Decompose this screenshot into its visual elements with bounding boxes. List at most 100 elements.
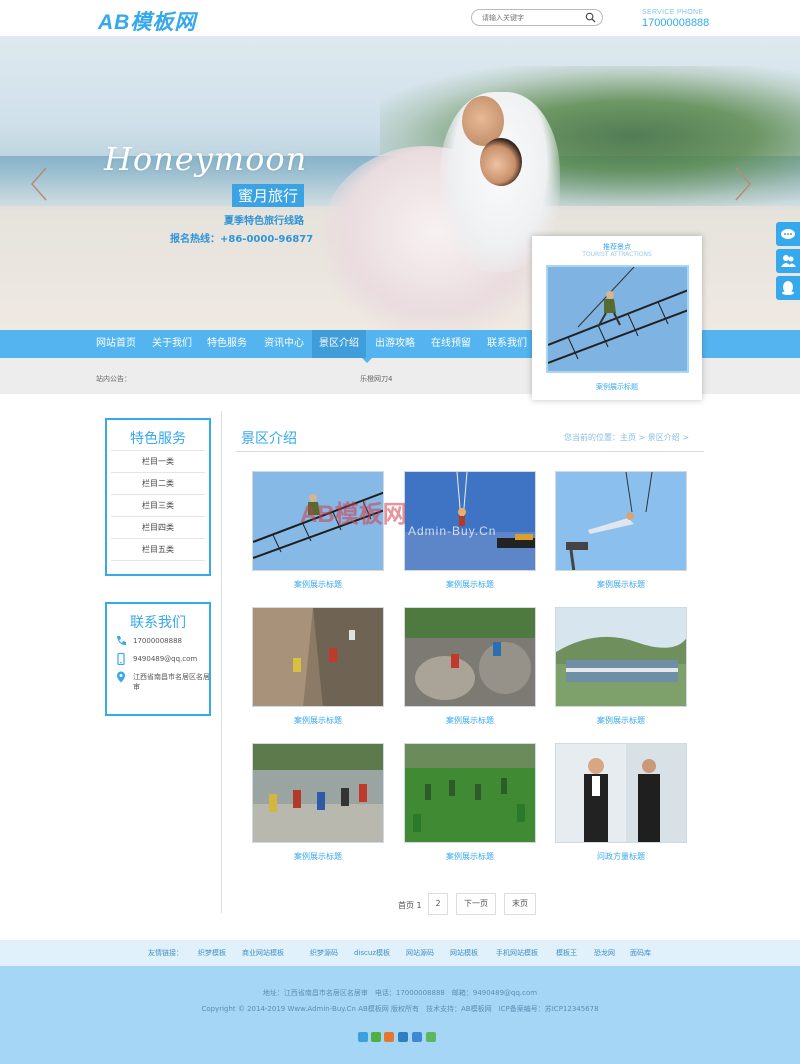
- nav-item-guide[interactable]: 出游攻略: [375, 330, 415, 358]
- case-card[interactable]: 案例展示标题: [555, 471, 687, 590]
- friend-link[interactable]: 网站模板: [450, 948, 478, 958]
- notice-text[interactable]: 乐橙网刀4: [360, 374, 392, 384]
- share-tencent-icon[interactable]: [398, 1032, 408, 1042]
- users-icon: [781, 255, 796, 267]
- search-input[interactable]: [482, 12, 582, 24]
- friend-link[interactable]: 恐龙网: [594, 948, 615, 958]
- mobile-icon: [117, 653, 125, 665]
- featured-attraction-card[interactable]: 推荐景点 TOURIST ATTRACTIONS 案例展示标题: [532, 236, 702, 400]
- friend-link[interactable]: 手机网站模板: [496, 948, 538, 958]
- footer-copyright: Copyright © 2014-2019 Www.Admin-Buy.Cn A…: [201, 1005, 599, 1013]
- case-thumbnail[interactable]: [404, 471, 536, 571]
- float-qq-button[interactable]: [776, 276, 800, 300]
- friend-link[interactable]: 商业网站模板: [242, 948, 284, 958]
- case-caption[interactable]: 案例展示标题: [252, 851, 384, 862]
- nav-item-services[interactable]: 特色服务: [207, 330, 247, 358]
- case-card[interactable]: 案例展示标题: [404, 607, 536, 726]
- contact-address: 江西省南昌市名居区名居审: [133, 673, 210, 691]
- banner-prev-arrow-icon[interactable]: [28, 164, 50, 204]
- share-weibo-icon[interactable]: [384, 1032, 394, 1042]
- case-card[interactable]: 案例展示标题: [252, 607, 384, 726]
- case-thumbnail[interactable]: [252, 743, 384, 843]
- sidebar-item-1[interactable]: 栏目一类: [111, 450, 205, 472]
- case-thumbnail[interactable]: [252, 607, 384, 707]
- case-card[interactable]: 案例展示标题: [252, 471, 384, 590]
- featured-image[interactable]: [546, 265, 689, 373]
- case-thumbnail[interactable]: [555, 607, 687, 707]
- nav-item-contact[interactable]: 联系我们: [487, 330, 527, 358]
- banner-hotline: 报名热线：+86-0000-96877: [170, 234, 314, 245]
- friend-link[interactable]: 织梦源码: [310, 948, 338, 958]
- pagination-page-2[interactable]: 2: [428, 893, 448, 915]
- case-thumbnail[interactable]: [252, 471, 384, 571]
- friend-link[interactable]: discuz模板: [354, 948, 390, 958]
- location-pin-icon: [117, 671, 125, 683]
- notice-label: 站内公告：: [96, 375, 131, 383]
- share-more-icon[interactable]: [426, 1032, 436, 1042]
- case-caption[interactable]: 案例展示标题: [555, 579, 687, 590]
- case-thumbnail[interactable]: [555, 743, 687, 843]
- case-thumbnail[interactable]: [404, 607, 536, 707]
- friend-links-label: 友情链接：: [148, 949, 183, 957]
- share-renren-icon[interactable]: [412, 1032, 422, 1042]
- case-caption[interactable]: 案例展示标题: [555, 715, 687, 726]
- friend-link[interactable]: 网站源码: [406, 948, 434, 958]
- contact-phone-row: 17000008888: [113, 634, 211, 652]
- header: AB模板网 SERVICE PHONE 17000008888: [0, 0, 800, 36]
- sidebar-services-title: 特色服务: [130, 431, 186, 447]
- phone-icon: [117, 636, 126, 645]
- nav-item-about[interactable]: 关于我们: [152, 330, 192, 358]
- nav-item-home[interactable]: 网站首页: [96, 330, 136, 358]
- search-box: [471, 9, 603, 26]
- friend-link[interactable]: 织梦模板: [198, 948, 226, 958]
- case-thumbnail[interactable]: [404, 743, 536, 843]
- chat-icon: [781, 229, 795, 239]
- banner-next-arrow-icon[interactable]: [732, 164, 754, 204]
- sidebar-item-3[interactable]: 栏目三类: [111, 494, 205, 516]
- sidebar-item-2[interactable]: 栏目二类: [111, 472, 205, 494]
- sidebar-contact: 联系我们 17000008888 9490489@qq.com 江西省南昌市名居…: [105, 602, 211, 716]
- share-wechat-icon[interactable]: [371, 1032, 381, 1042]
- nav-item-scenic[interactable]: 景区介绍: [312, 330, 366, 358]
- nav-item-booking[interactable]: 在线预留: [431, 330, 471, 358]
- featured-caption[interactable]: 案例展示标题: [532, 382, 702, 392]
- case-caption[interactable]: 案例展示标题: [404, 579, 536, 590]
- case-card[interactable]: 问政方量标题: [555, 743, 687, 862]
- pagination-next[interactable]: 下一页: [456, 893, 496, 915]
- case-card[interactable]: 案例展示标题: [404, 743, 536, 862]
- banner-woman-head: [480, 138, 522, 186]
- search-icon[interactable]: [585, 12, 596, 23]
- contact-email-row: 9490489@qq.com: [113, 652, 211, 670]
- service-phone-label: SERVICE PHONE: [642, 9, 704, 16]
- title-underline: [236, 451, 704, 452]
- sidebar-item-5[interactable]: 栏目五类: [111, 538, 205, 560]
- sidebar-item-4[interactable]: 栏目四类: [111, 516, 205, 538]
- nav-item-news[interactable]: 资讯中心: [264, 330, 304, 358]
- share-qzone-icon[interactable]: [358, 1032, 368, 1042]
- case-card[interactable]: 案例展示标题: [252, 743, 384, 862]
- case-caption[interactable]: 问政方量标题: [555, 851, 687, 862]
- sidebar-services: 特色服务 栏目一类 栏目二类 栏目三类 栏目四类 栏目五类: [105, 418, 211, 576]
- site-logo[interactable]: AB模板网: [98, 6, 196, 36]
- page-title: 景区介绍: [241, 431, 297, 447]
- service-phone: SERVICE PHONE 17000008888: [642, 9, 709, 29]
- case-thumbnail[interactable]: [555, 471, 687, 571]
- case-card[interactable]: 案例展示标题: [404, 471, 536, 590]
- case-caption[interactable]: 案例展示标题: [252, 579, 384, 590]
- friend-link[interactable]: 面码库: [630, 948, 651, 958]
- footer: 地址：江西省南昌市名居区名居审 电话：17000008888 邮箱：949048…: [0, 966, 800, 1064]
- case-caption[interactable]: 案例展示标题: [404, 851, 536, 862]
- float-users-button[interactable]: [776, 249, 800, 273]
- friend-link[interactable]: 模板王: [556, 948, 577, 958]
- case-caption[interactable]: 案例展示标题: [404, 715, 536, 726]
- float-chat-button[interactable]: [776, 222, 800, 246]
- service-phone-number: 17000008888: [642, 17, 710, 29]
- case-caption[interactable]: 案例展示标题: [252, 715, 384, 726]
- banner-subtitle: 夏季特色旅行线路: [224, 216, 304, 227]
- featured-subtitle: TOURIST ATTRACTIONS: [582, 251, 652, 258]
- pagination-last[interactable]: 末页: [504, 893, 536, 915]
- nav-pointer-icon: [362, 358, 372, 363]
- breadcrumb[interactable]: 您当前的位置：主页 > 景区介绍 >: [564, 432, 689, 443]
- banner-title: 蜜月旅行: [232, 184, 305, 207]
- case-card[interactable]: 案例展示标题: [555, 607, 687, 726]
